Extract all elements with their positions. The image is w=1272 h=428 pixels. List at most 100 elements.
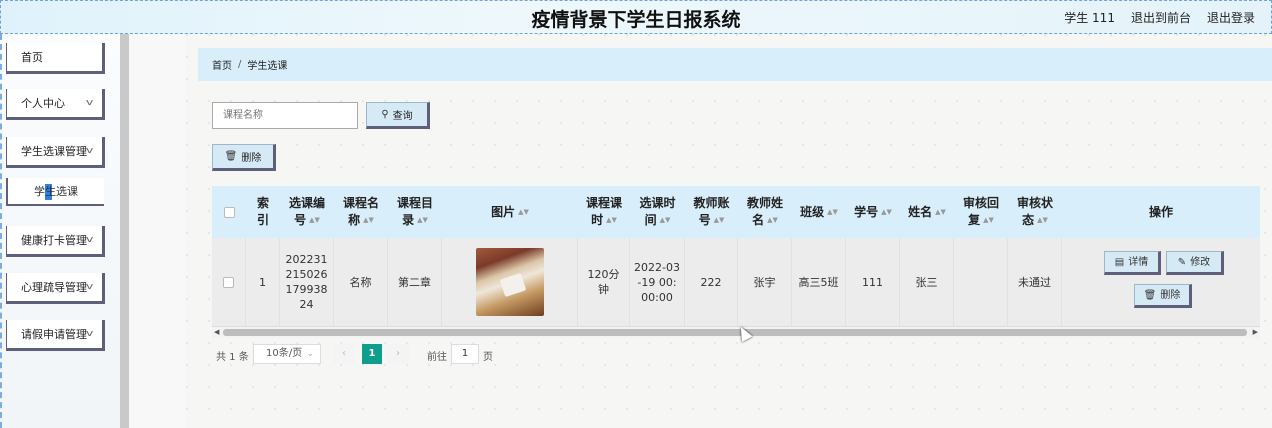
current-page-button[interactable]: 1 <box>362 344 382 364</box>
sidebar-scrollbar[interactable] <box>120 34 129 428</box>
header-teacher-account[interactable]: 教师账号 ▲▼ <box>685 186 738 238</box>
sort-icon: ▲▼ <box>363 216 374 224</box>
header-student-number[interactable]: 学号 ▲▼ <box>846 186 900 238</box>
sort-icon: ▲▼ <box>309 216 320 224</box>
sort-icon: ▲▼ <box>767 216 778 224</box>
back-to-front-link[interactable]: 退出到前台 <box>1131 9 1191 26</box>
main-content: 首页 / 学生选课 ⚲ 查询 🗑 删除 索引 选课编号▲▼ 课程名称▲▼ 课程目… <box>186 34 1272 428</box>
search-button[interactable]: ⚲ 查询 <box>366 102 430 129</box>
select-all-checkbox[interactable] <box>223 206 235 218</box>
course-selection-table: 索引 选课编号 ▲▼ 课程名称 ▲▼ 课程目录 ▲▼ 图片 ▲▼ 课程课时 ▲▼ 选课时间… <box>212 186 1260 338</box>
cell-selection-code-wrap: 20223121502617993824 <box>280 238 334 326</box>
cell-index: 1 <box>246 238 280 326</box>
edit-button-label: 修改 <box>1190 256 1211 268</box>
document-icon: ▤ <box>1114 256 1125 268</box>
sidebar-item-label: 学生选课 <box>34 185 78 198</box>
breadcrumb-separator: / <box>238 59 242 70</box>
breadcrumb: 首页 / 学生选课 <box>198 48 1272 81</box>
cell-student-number: 111 <box>846 238 900 326</box>
sidebar-item-personal-center[interactable]: 个人中心 v <box>6 89 105 120</box>
sidebar-item-label: 学生选课管理 <box>21 145 87 158</box>
cell-course-hours: 120分钟 <box>587 268 620 296</box>
top-header: 疫情背景下学生日报系统 学生 111 退出到前台 退出登录 <box>0 0 1272 34</box>
header-course-catalog[interactable]: 课程目录 ▲▼ <box>388 186 442 238</box>
sort-icon: ▲▼ <box>518 207 529 216</box>
pagination-total: 共 1 条 <box>216 352 249 363</box>
page-size-select[interactable]: 10条/页 ⌄ <box>253 344 321 364</box>
header-label: 班级 <box>800 204 825 219</box>
detail-button[interactable]: ▤ 详情 <box>1104 251 1161 275</box>
row-checkbox[interactable] <box>223 276 234 288</box>
sort-icon: ▲▼ <box>713 216 725 224</box>
sidebar-item-health-checkin-management[interactable]: 健康打卡管理 v <box>6 226 105 257</box>
cell-class: 高三5班 <box>792 238 846 326</box>
sort-icon: ▲▼ <box>983 216 994 224</box>
row-delete-button-label: 删除 <box>1160 289 1181 301</box>
header-index[interactable]: 索引 <box>246 186 280 238</box>
batch-delete-button[interactable]: 🗑 删除 <box>212 144 276 171</box>
cell-name: 张三 <box>900 238 954 326</box>
content-gap <box>129 34 186 428</box>
header-review-status[interactable]: 审核状态 ▲▼ <box>1008 186 1062 238</box>
header-teacher-name[interactable]: 教师姓名 ▲▼ <box>738 186 792 238</box>
detail-button-label: 详情 <box>1128 256 1149 268</box>
header-image[interactable]: 图片 ▲▼ <box>442 186 578 238</box>
header-links: 学生 111 退出到前台 退出登录 <box>1064 9 1255 26</box>
trash-icon: 🗑 <box>1143 289 1157 301</box>
header-course-hours[interactable]: 课程课时 ▲▼ <box>578 186 630 238</box>
trash-icon: 🗑 <box>224 151 238 162</box>
table-row[interactable]: 1 20223121502617993824 名称 第二章 120分钟 2022… <box>212 238 1260 327</box>
prev-page-button[interactable]: ‹ <box>333 344 355 364</box>
breadcrumb-current: 学生选课 <box>247 61 288 72</box>
sort-icon: ▲▼ <box>1037 216 1048 224</box>
pencil-icon: ✎ <box>1177 256 1187 268</box>
sidebar-item-label: 健康打卡管理 <box>21 234 87 247</box>
row-select-cell <box>212 238 246 326</box>
page-size-value: 10条/页 <box>266 348 303 359</box>
sidebar-item-leave-request-management[interactable]: 请假申请管理 v <box>6 320 105 351</box>
select-all-cell <box>212 186 246 238</box>
chevron-down-icon: v <box>85 329 94 339</box>
sort-icon: ▲▼ <box>881 207 892 216</box>
goto-page-input[interactable]: 1 <box>451 344 479 364</box>
cell-selection-code: 20223121502617993824 <box>285 253 328 311</box>
scroll-right-arrow-icon[interactable]: ▶ <box>1253 328 1258 336</box>
chevron-right-icon: › <box>396 348 400 359</box>
sidebar-subitem-course-selection[interactable]: 学生选课 <box>6 178 104 206</box>
header-review-reply[interactable]: 审核回复 ▲▼ <box>954 186 1008 238</box>
header-label: 索引 <box>256 196 269 227</box>
sidebar-item-counseling-management[interactable]: 心理疏导管理 v <box>6 273 105 304</box>
chevron-down-icon: v <box>85 98 94 108</box>
chevron-left-icon: ‹ <box>342 348 346 359</box>
cell-time-wrap: 2022-03-19 00:00:00 <box>630 238 685 326</box>
course-image[interactable] <box>475 248 544 316</box>
sidebar-item-home[interactable]: 首页 <box>6 43 105 74</box>
edit-button[interactable]: ✎ 修改 <box>1166 251 1224 275</box>
breadcrumb-home[interactable]: 首页 <box>212 57 232 72</box>
sort-icon: ▲▼ <box>659 216 671 224</box>
header-selection-time[interactable]: 选课时间 ▲▼ <box>630 186 685 238</box>
current-user-link[interactable]: 学生 111 <box>1064 9 1115 26</box>
table-header: 索引 选课编号 ▲▼ 课程名称 ▲▼ 课程目录 ▲▼ 图片 ▲▼ 课程课时 ▲▼ 选课时间… <box>212 186 1260 238</box>
search-icon: ⚲ <box>381 109 389 120</box>
sort-icon: ▲▼ <box>606 216 617 224</box>
course-name-search-input[interactable] <box>212 102 358 129</box>
logout-link[interactable]: 退出登录 <box>1207 9 1255 26</box>
header-name[interactable]: 姓名 ▲▼ <box>900 186 954 238</box>
row-delete-button[interactable]: 🗑 删除 <box>1134 284 1192 308</box>
header-selection-code[interactable]: 选课编号 ▲▼ <box>280 186 334 238</box>
cell-course-name: 名称 <box>334 238 388 326</box>
next-page-button[interactable]: › <box>387 344 409 364</box>
header-class[interactable]: 班级 ▲▼ <box>792 186 846 238</box>
cell-teacher-account: 222 <box>685 238 738 326</box>
sidebar-item-course-selection-management[interactable]: 学生选课管理 v <box>6 137 105 168</box>
header-label: 学号 <box>854 204 879 219</box>
page-suffix-label: 页 <box>483 352 493 363</box>
cell-review-status: 未通过 <box>1008 238 1062 326</box>
search-button-label: 查询 <box>392 111 413 122</box>
scroll-left-arrow-icon[interactable]: ◀ <box>214 328 219 336</box>
cell-actions: ▤ 详情 ✎ 修改 🗑 删除 <box>1062 238 1260 326</box>
delete-button-label: 删除 <box>241 153 262 164</box>
sort-icon: ▲▼ <box>417 216 428 224</box>
header-course-name[interactable]: 课程名称 ▲▼ <box>334 186 388 238</box>
